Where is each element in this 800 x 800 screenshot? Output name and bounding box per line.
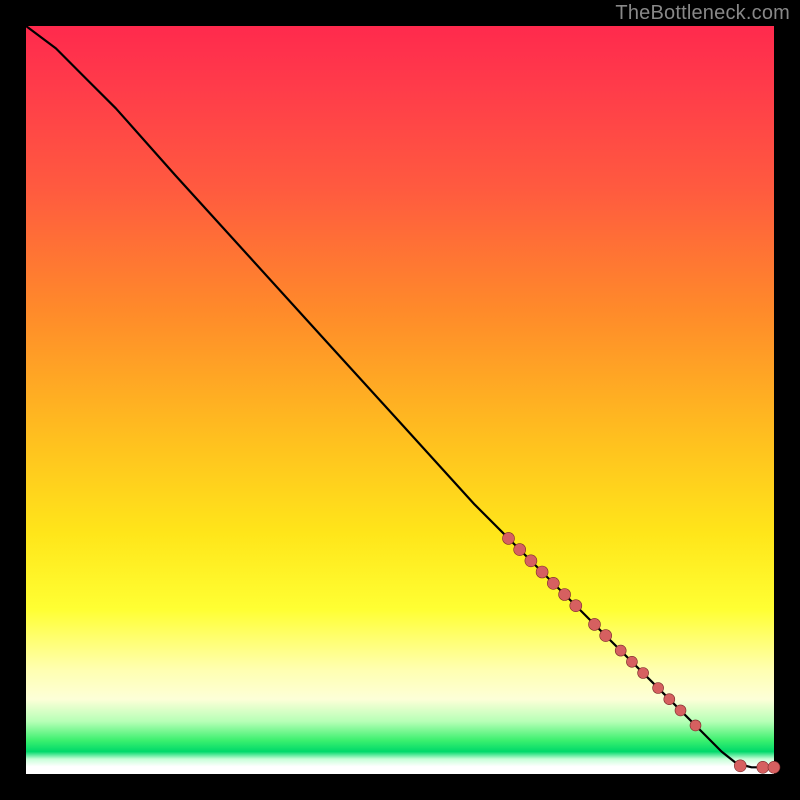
data-point	[690, 720, 701, 731]
data-point	[570, 600, 582, 612]
data-point	[768, 761, 780, 773]
data-point	[734, 760, 746, 772]
data-point	[664, 694, 675, 705]
data-point	[638, 668, 649, 679]
data-point	[600, 630, 612, 642]
data-point	[589, 618, 601, 630]
data-point	[615, 645, 626, 656]
data-point	[757, 761, 769, 773]
data-point	[536, 566, 548, 578]
data-point	[653, 683, 664, 694]
data-points	[503, 532, 781, 773]
chart-overlay	[26, 26, 774, 774]
data-point	[626, 656, 637, 667]
data-point	[514, 544, 526, 556]
data-point	[525, 555, 537, 567]
watermark-label: TheBottleneck.com	[615, 2, 790, 25]
plot-area	[26, 26, 774, 774]
chart-frame: TheBottleneck.com	[0, 0, 800, 800]
data-point	[547, 577, 559, 589]
data-point	[503, 532, 515, 544]
data-point	[675, 705, 686, 716]
data-point	[559, 589, 571, 601]
bottleneck-curve	[26, 26, 774, 767]
